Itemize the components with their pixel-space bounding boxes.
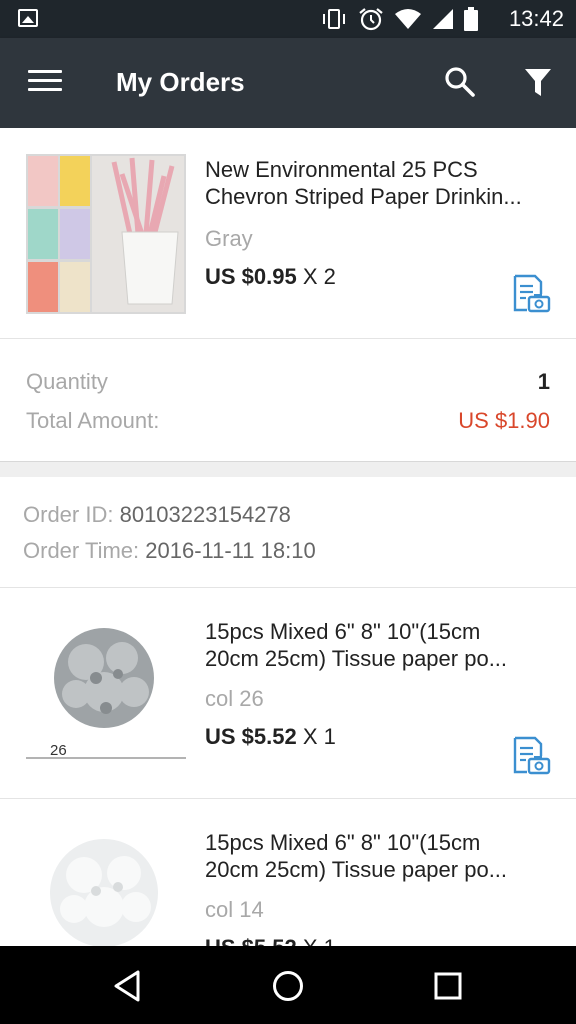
search-icon[interactable]	[444, 66, 476, 98]
product-title-line: 15pcs Mixed 6" 8" 10"(15cm	[205, 830, 481, 855]
vibrate-icon	[323, 9, 345, 29]
total-amount-label: Total Amount:	[26, 408, 160, 433]
product-title-line: 20cm 25cm) Tissue paper po...	[205, 857, 508, 882]
app-bar: My Orders	[0, 38, 576, 128]
product-title[interactable]: 15pcs Mixed 6" 8" 10"(15cm 20cm 25cm) Ti…	[205, 829, 555, 883]
product-price: US $0.95 X 2	[205, 264, 336, 290]
order-time-value: 2016-11-11 18:10	[145, 538, 316, 563]
home-icon[interactable]	[268, 966, 308, 1006]
status-icons	[320, 7, 478, 31]
product-title-line: Chevron Striped Paper Drinkin...	[205, 184, 522, 209]
order-id-label: Order ID:	[23, 502, 114, 527]
product-variant: Gray	[205, 226, 253, 251]
order-id-value: 80103223154278	[119, 502, 291, 527]
product-variant: col 14	[205, 897, 264, 922]
product-title-line: 20cm 25cm) Tissue paper po...	[205, 646, 508, 671]
product-title-line: 15pcs Mixed 6" 8" 10"(15cm	[205, 619, 481, 644]
product-title[interactable]: New Environmental 25 PCS Chevron Striped…	[205, 156, 555, 210]
product-variant: col 26	[205, 686, 264, 711]
orders-list[interactable]: New Environmental 25 PCS Chevron Striped…	[0, 128, 576, 946]
order-time: Order Time: 2016-11-11 18:10	[23, 538, 316, 564]
image-icon	[18, 9, 38, 27]
order-item[interactable]: 15pcs Mixed 6" 8" 10"(15cm 20cm 25cm) Ti…	[0, 799, 576, 946]
snapshot-icon[interactable]	[511, 274, 551, 314]
total-amount-value: US $1.90	[458, 408, 550, 433]
quantity-value: 1	[537, 369, 550, 394]
product-title-line: New Environmental 25 PCS	[205, 157, 478, 182]
system-nav-bar	[0, 946, 576, 1024]
recents-icon[interactable]	[428, 966, 468, 1006]
wifi-icon	[395, 9, 421, 29]
order-item[interactable]: 26 15pcs Mixed 6" 8" 10"(15cm 20cm 25cm)…	[0, 588, 576, 798]
order-time-label: Order Time:	[23, 538, 140, 563]
thumbnail-caption: 26	[50, 742, 67, 759]
back-icon[interactable]	[108, 966, 148, 1006]
price-quantity: X 1	[303, 935, 336, 946]
snapshot-icon[interactable]	[511, 736, 551, 776]
order-header[interactable]: Order ID: 80103223154278 Order Time: 201…	[0, 477, 576, 587]
product-price: US $5.52 X 1	[205, 935, 336, 946]
price-quantity: X 1	[302, 724, 336, 749]
alarm-icon	[359, 8, 383, 31]
price-quantity: X 2	[302, 264, 336, 289]
page-title: My Orders	[116, 67, 245, 97]
order-item[interactable]: New Environmental 25 PCS Chevron Striped…	[0, 128, 576, 338]
price-value: US $0.95	[205, 264, 297, 289]
product-title[interactable]: 15pcs Mixed 6" 8" 10"(15cm 20cm 25cm) Ti…	[205, 618, 555, 672]
product-thumbnail	[26, 154, 186, 314]
menu-icon[interactable]	[28, 70, 62, 96]
order-summary: Quantity 1 Total Amount: US $1.90	[0, 339, 576, 461]
order-id: Order ID: 80103223154278	[23, 502, 291, 528]
price-value: US $5.52	[205, 935, 297, 946]
product-price: US $5.52 X 1	[205, 724, 336, 750]
price-value: US $5.52	[205, 724, 297, 749]
status-time: 13:42	[508, 6, 564, 31]
section-gap	[0, 461, 576, 477]
product-thumbnail	[26, 823, 186, 946]
quantity-label: Quantity	[26, 369, 108, 394]
product-thumbnail: 26	[26, 612, 186, 772]
status-bar: 13:42	[0, 0, 576, 38]
filter-icon[interactable]	[524, 68, 552, 98]
signal-icon	[433, 9, 453, 29]
battery-icon	[464, 7, 478, 31]
